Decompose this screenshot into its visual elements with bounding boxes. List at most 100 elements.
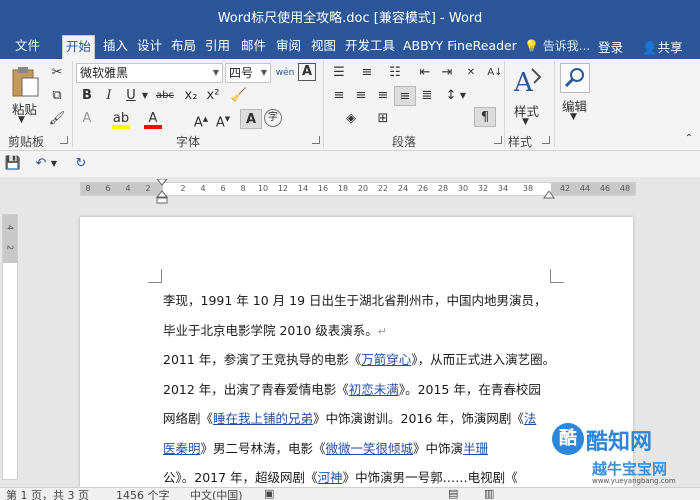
tab-file[interactable]: 文件 <box>12 35 43 59</box>
italic-button[interactable]: I <box>98 86 120 106</box>
hyperlink[interactable]: 医秦明 <box>163 441 201 456</box>
tab-insert[interactable]: 插入 <box>100 35 131 59</box>
tab-view[interactable]: 视图 <box>308 35 339 59</box>
ruler-tick: 34 <box>497 184 509 193</box>
tab-layout[interactable]: 布局 <box>168 35 199 59</box>
tab-design[interactable]: 设计 <box>134 35 165 59</box>
tab-review[interactable]: 审阅 <box>273 35 304 59</box>
bold-button[interactable]: B <box>76 86 98 106</box>
underline-dropdown-icon[interactable]: ▼ <box>138 86 152 106</box>
collapse-ribbon-icon[interactable]: ⌃ <box>678 129 700 149</box>
align-right-icon[interactable]: ≡ <box>372 86 394 106</box>
chinese-layout-icon[interactable]: ✕ <box>460 63 482 83</box>
word-count[interactable]: 1456 个字 <box>116 487 170 500</box>
text-line[interactable]: 毕业于北京电影学院 2010 级表演系。↵ <box>163 320 387 339</box>
highlight-color-button[interactable]: ab <box>110 109 132 129</box>
right-indent-marker-icon[interactable] <box>543 191 555 201</box>
justify-icon[interactable]: ≡ <box>394 86 416 106</box>
hyperlink[interactable]: 半珊 <box>463 441 488 456</box>
undo-dropdown-icon[interactable]: ▼ <box>48 154 60 174</box>
align-left-icon[interactable]: ≡ <box>328 86 350 106</box>
subscript-button[interactable]: x₂ <box>180 86 202 106</box>
text-line[interactable]: 公》。2017 年，超级网剧《河神》中饰演男一号郭……电视剧《 <box>163 467 518 486</box>
format-painter-icon[interactable]: 🖌 <box>46 109 68 129</box>
login-button[interactable]: 登录 <box>598 37 623 56</box>
save-icon[interactable]: 💾 <box>2 154 24 174</box>
hyperlink[interactable]: 法 <box>524 411 537 426</box>
web-layout-icon[interactable]: ▥ <box>484 487 494 500</box>
font-size-combo[interactable]: 四号 ▼ <box>225 63 271 83</box>
text-run: 2012 年，出演了青春爱情电影《 <box>163 381 349 397</box>
hyperlink[interactable]: 万箭穿心 <box>361 352 411 367</box>
grow-font-icon[interactable]: A▲ <box>190 109 212 130</box>
hyperlink[interactable]: 初恋未满 <box>349 382 399 397</box>
editing-button[interactable] <box>560 63 590 93</box>
page-count[interactable]: 第 1 页，共 3 页 <box>6 487 89 500</box>
char-shading-icon[interactable]: A <box>240 109 262 129</box>
print-layout-icon[interactable]: ▤ <box>448 487 458 500</box>
indent-marker-icon[interactable] <box>155 179 169 205</box>
redo-icon[interactable]: ↻ <box>70 154 92 174</box>
font-color-swatch <box>144 125 162 129</box>
ribbon-tabs: 文件 开始 插入 设计 布局 引用 邮件 审阅 视图 开发工具 ABBYY Fi… <box>0 32 700 59</box>
text-line[interactable]: 网络剧《睡在我上铺的兄弟》中饰演谢训。2016 年，饰演网剧《法 <box>163 408 536 427</box>
shrink-font-icon[interactable]: A▼ <box>212 109 234 130</box>
vertical-ruler[interactable]: 4 2 <box>2 214 18 480</box>
styles-button[interactable]: A <box>512 65 544 99</box>
clear-formatting-icon[interactable]: 🧹 <box>228 86 250 106</box>
status-bar: 第 1 页，共 3 页 1456 个字 中文(中国) ▣ ▤ ▥ <box>0 487 700 500</box>
paste-dropdown-arrow-icon[interactable]: ▼ <box>18 115 25 125</box>
paste-button[interactable] <box>10 65 40 99</box>
tab-developer[interactable]: 开发工具 <box>342 35 398 59</box>
document-page[interactable]: 李现，1991 年 10 月 19 日出生于湖北省荆州市，中国内地男演员， 毕业于… <box>80 217 633 487</box>
styles-dropdown-icon[interactable]: ▼ <box>522 117 529 127</box>
hyperlink[interactable]: 微微一笑很倾城 <box>326 441 414 456</box>
strikethrough-button[interactable]: abc <box>152 86 178 106</box>
ruler-tick: 14 <box>297 184 309 193</box>
font-launcher-icon[interactable] <box>312 136 320 144</box>
hyperlink[interactable]: 河神 <box>318 470 343 485</box>
borders-icon[interactable]: ⊞ <box>372 109 394 129</box>
numbering-icon[interactable]: ≡ <box>356 63 378 83</box>
enclosed-char-icon[interactable]: 字 <box>264 109 282 127</box>
sort-icon[interactable]: A↓ <box>484 63 506 83</box>
ruler-tick: 44 <box>579 184 591 193</box>
share-button[interactable]: 👤共享 <box>642 37 683 56</box>
language[interactable]: 中文(中国) <box>190 487 243 500</box>
align-center-icon[interactable]: ≡ <box>350 86 372 106</box>
line-spacing-dropdown-icon[interactable]: ▼ <box>456 86 470 106</box>
distributed-icon[interactable]: ≣ <box>416 86 438 106</box>
share-label: 共享 <box>657 40 683 55</box>
cut-icon[interactable]: ✂ <box>46 63 68 83</box>
tab-home[interactable]: 开始 <box>62 35 96 59</box>
text-line[interactable]: 2012 年，出演了青春爱情电影《初恋未满》。2015 年，在青春校园 <box>163 379 541 398</box>
tab-mailings[interactable]: 邮件 <box>238 35 269 59</box>
text-line[interactable]: 李现，1991 年 10 月 19 日出生于湖北省荆州市，中国内地男演员， <box>163 290 547 309</box>
show-marks-icon[interactable]: ¶ <box>474 107 496 127</box>
decrease-indent-icon[interactable]: ⇤ <box>414 63 436 83</box>
text-line[interactable]: 2011 年，参演了王竞执导的电影《万箭穿心》，从而正式进入演艺圈。 <box>163 349 555 368</box>
tell-me-box[interactable]: 💡 告诉我... <box>524 37 590 54</box>
macro-record-icon[interactable]: ▣ <box>264 487 274 500</box>
phonetic-guide-icon[interactable]: wén <box>274 63 296 83</box>
clipboard-launcher-icon[interactable] <box>60 136 68 144</box>
hyperlink[interactable]: 睡在我上铺的兄弟 <box>213 411 313 426</box>
text-run: 》。2015 年，在青春校园 <box>398 381 541 397</box>
bullets-icon[interactable]: ☰ <box>328 63 350 83</box>
font-color-button[interactable]: A <box>142 109 164 129</box>
tab-abbyy[interactable]: ABBYY FineReader <box>400 35 520 59</box>
paragraph-launcher-icon[interactable] <box>494 136 502 144</box>
font-name-combo[interactable]: 微软雅黑 ▼ <box>76 63 223 83</box>
editing-dropdown-icon[interactable]: ▼ <box>570 112 577 122</box>
superscript-button[interactable]: x² <box>202 86 224 106</box>
multilevel-list-icon[interactable]: ☷ <box>384 63 406 83</box>
copy-icon[interactable]: ⧉ <box>46 86 68 106</box>
text-effects-icon[interactable]: A <box>76 109 98 129</box>
shading-icon[interactable]: ◈ <box>340 109 362 129</box>
increase-indent-icon[interactable]: ⇥ <box>436 63 458 83</box>
tab-references[interactable]: 引用 <box>202 35 233 59</box>
styles-launcher-icon[interactable] <box>542 136 550 144</box>
text-line[interactable]: 医秦明》男二号林涛，电影《微微一笑很倾城》中饰演半珊 <box>163 438 488 457</box>
char-border-icon[interactable]: A <box>298 63 316 81</box>
chevron-down-icon: ▼ <box>212 68 219 77</box>
